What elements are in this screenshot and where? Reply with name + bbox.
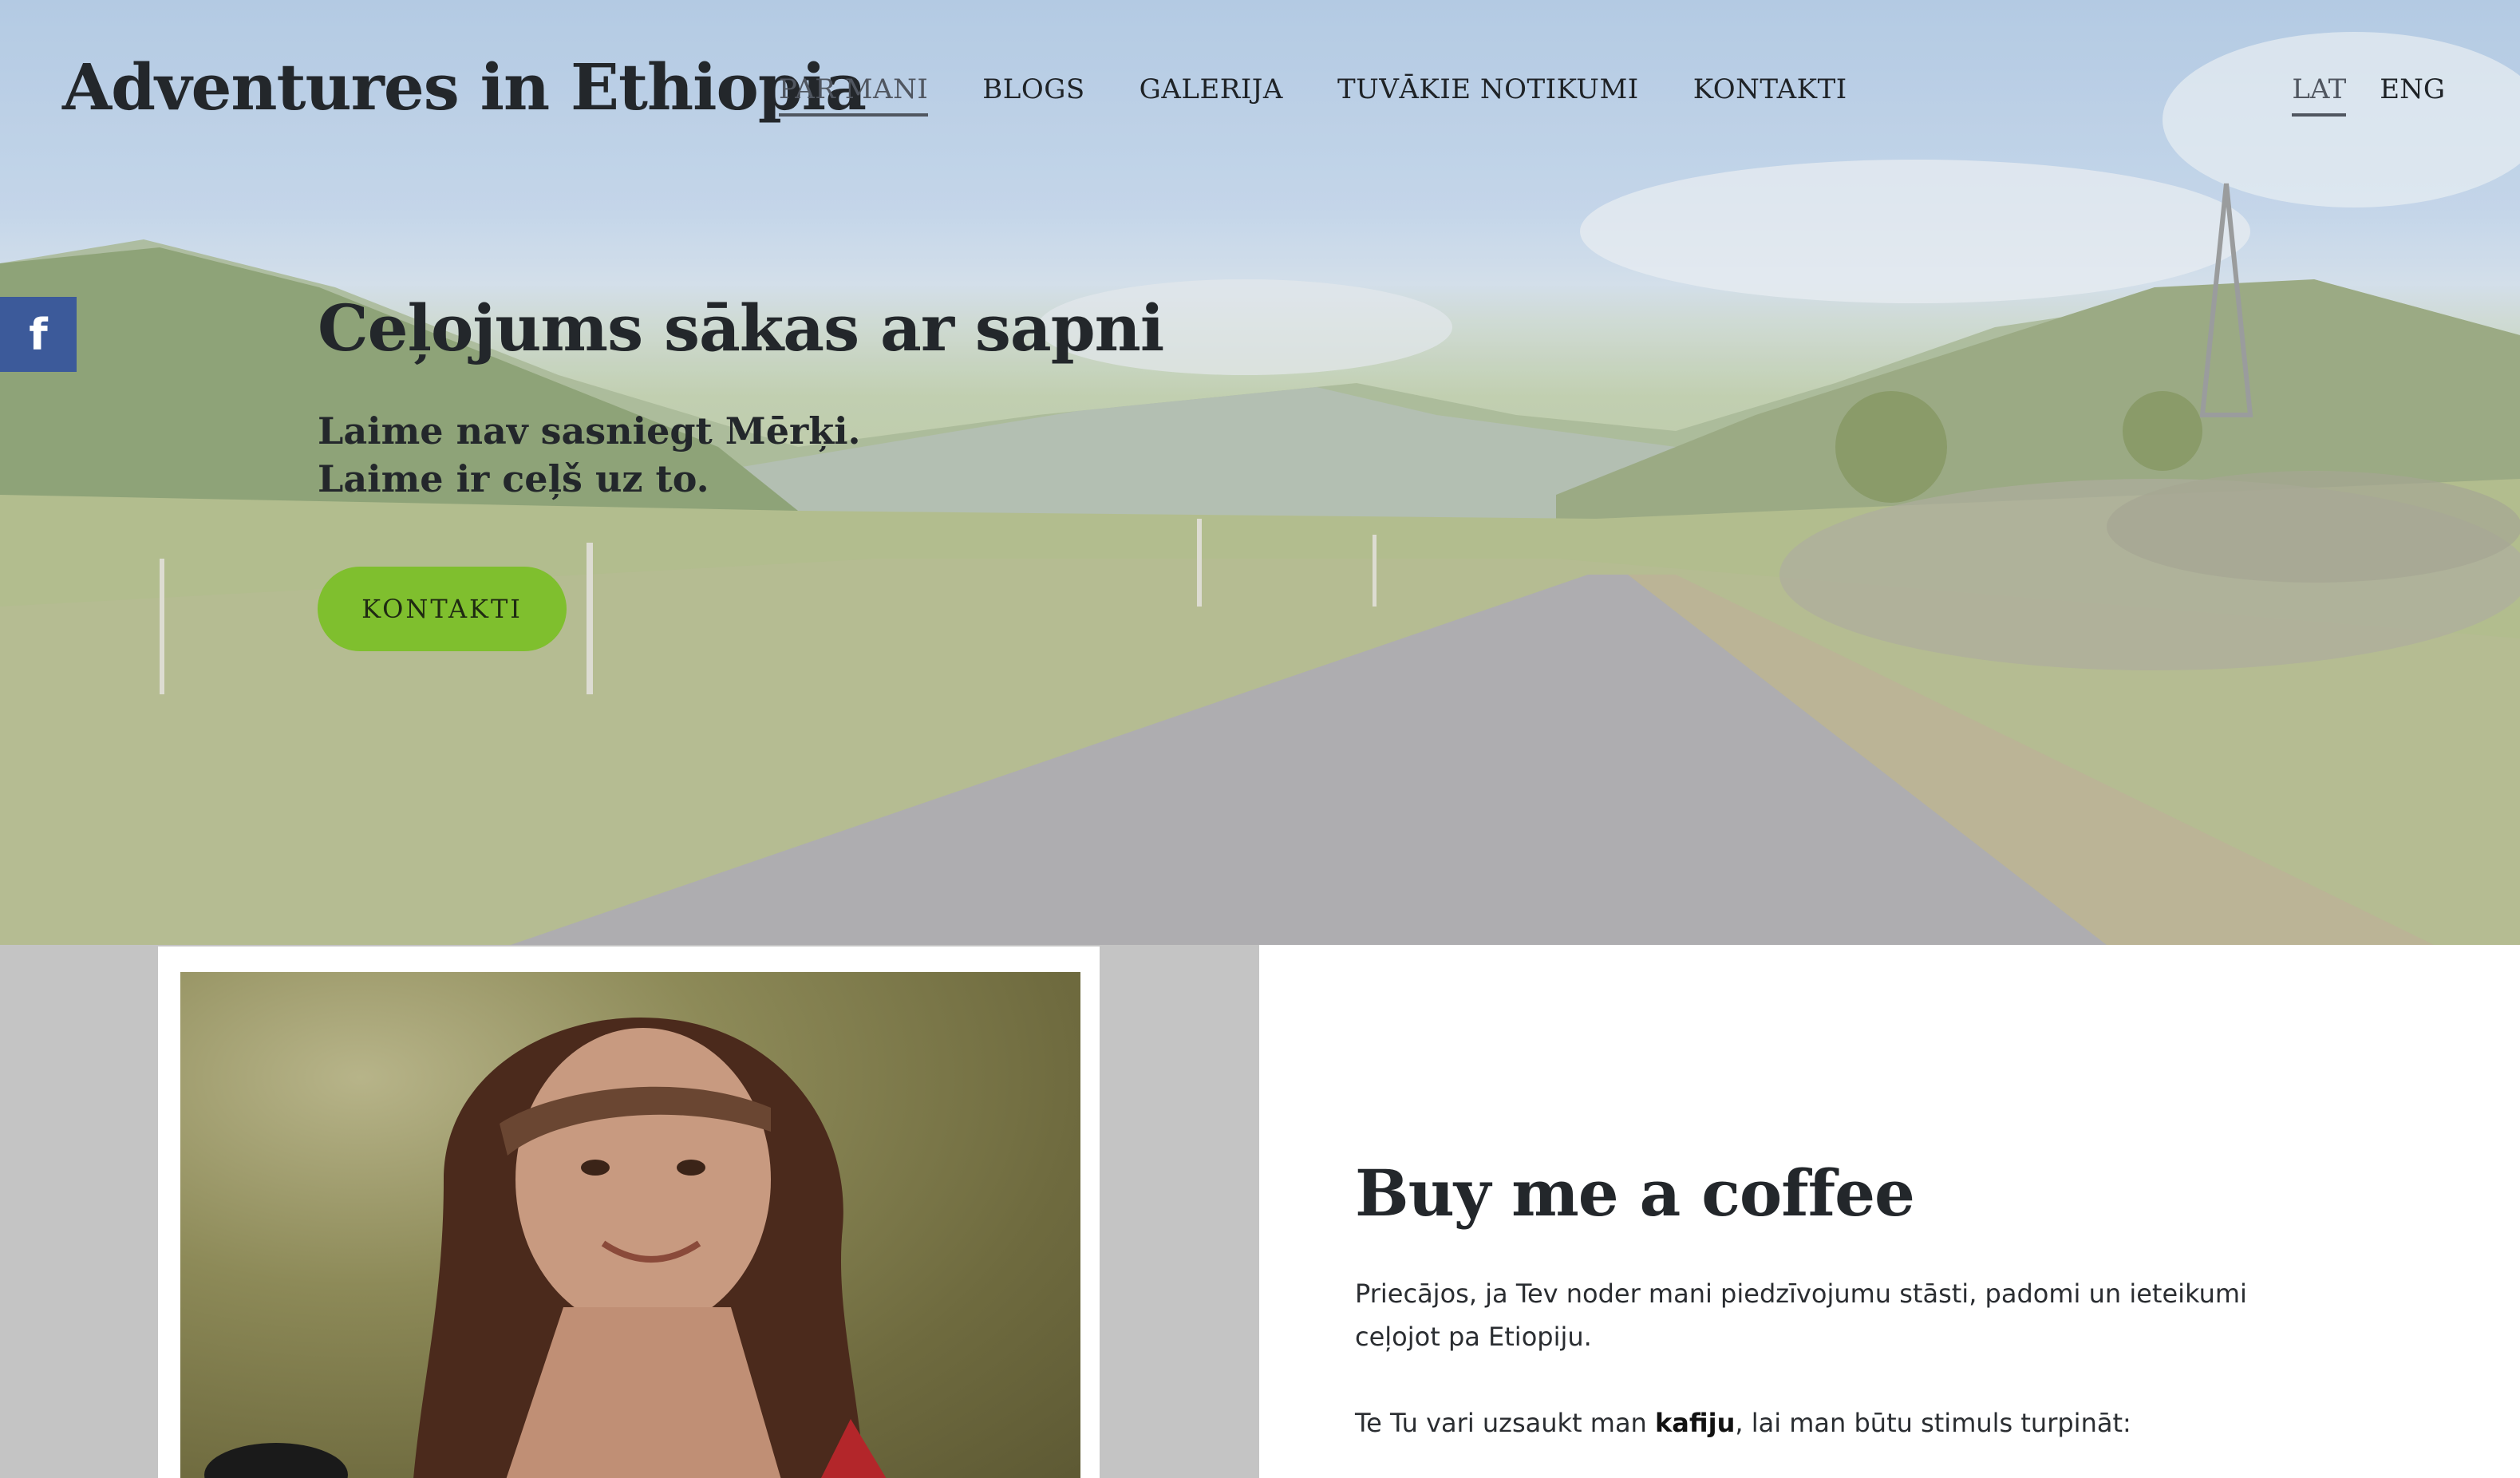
nav-item-blogs[interactable]: BLOGS (982, 73, 1084, 117)
hero-subtitle: Laime nav sasniegt Mērķi. Laime ir ceļš … (318, 407, 861, 503)
facebook-icon: f (29, 309, 48, 360)
hero-title: Ceļojums sākas ar sapni (318, 290, 1164, 366)
nav-item-kontakti[interactable]: KONTAKTI (1693, 73, 1847, 117)
facebook-share-button[interactable]: f (0, 297, 77, 372)
coffee-call-text-end: , lai man būtu stimuls turpināt: (1735, 1408, 2131, 1438)
lang-lat[interactable]: LAT (2292, 73, 2347, 117)
main-nav: PAR MANI BLOGS GALERIJA TUVĀKIE NOTIKUMI… (779, 73, 1902, 117)
nav-item-tuvakie-notikumi[interactable]: TUVĀKIE NOTIKUMI (1337, 73, 1639, 117)
nav-item-galerija[interactable]: GALERIJA (1140, 73, 1283, 117)
coffee-title: Buy me a coffee (1355, 1156, 1915, 1231)
author-portrait (180, 972, 1080, 1478)
lang-eng[interactable]: ENG (2380, 73, 2445, 117)
coffee-call-text: Te Tu vari uzsaukt man kafiju, lai man b… (1355, 1401, 2265, 1444)
coffee-call-text-bold: kafiju (1655, 1408, 1736, 1438)
hero-subtitle-line-2: Laime ir ceļš uz to. (318, 457, 709, 500)
hero-subtitle-line-1: Laime nav sasniegt Mērķi. (318, 409, 861, 452)
coffee-call-text-start: Te Tu vari uzsaukt man (1355, 1408, 1655, 1438)
portrait-image (204, 1017, 887, 1478)
language-switcher: LAT ENG (2258, 73, 2445, 117)
site-brand[interactable]: Adventures in Ethiopia (62, 49, 867, 124)
hero-contact-button[interactable]: KONTAKTI (318, 567, 567, 651)
nav-item-par-mani[interactable]: PAR MANI (779, 73, 929, 117)
coffee-intro-text: Priecājos, ja Tev noder mani piedzīvojum… (1355, 1278, 2247, 1352)
